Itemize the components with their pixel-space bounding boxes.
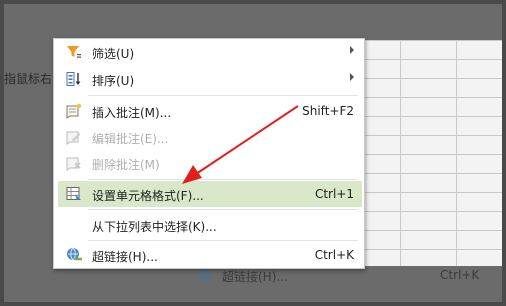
menu-item-shortcut: Shift+F2	[302, 104, 354, 118]
menu-item-label: 排序(U)	[92, 74, 135, 88]
menu-separator	[88, 209, 358, 210]
menu-item-label: 设置单元格格式(F)...	[92, 189, 204, 203]
menu-item-sort[interactable]: 排序(U)	[58, 66, 362, 92]
spreadsheet-grid[interactable]	[344, 40, 502, 266]
menu-item-insert-comment[interactable]: 插入批注(M)... Shift+F2	[58, 98, 362, 124]
insert-comment-icon	[66, 103, 82, 119]
filter-icon	[66, 44, 82, 60]
menu-separator	[88, 95, 358, 96]
menu-separator	[88, 179, 358, 180]
format-cells-icon	[66, 186, 82, 202]
menu-item-shortcut: Ctrl+1	[314, 187, 354, 201]
window-frame-right	[502, 0, 506, 306]
background-ghost-row: 超链接(H)... Ctrl+K	[194, 268, 502, 286]
menu-item-label: 插入批注(M)...	[92, 106, 172, 120]
menu-item-hyperlink[interactable]: 超链接(H)... Ctrl+K	[58, 242, 362, 268]
menu-item-label: 从下拉列表中选择(K)...	[92, 220, 217, 234]
menu-item-shortcut: Ctrl+K	[314, 248, 354, 262]
window-frame-bottom	[0, 302, 506, 306]
menu-item-label: 删除批注(M)	[92, 158, 160, 172]
menu-item-edit-comment[interactable]: 编辑批注(E)...	[58, 124, 362, 150]
sort-icon	[66, 71, 82, 87]
menu-item-label: 筛选(U)	[92, 47, 135, 61]
context-menu: 筛选(U) 排序(U) 插入批注(M)... Shift+F2 编辑批注(E).…	[53, 38, 365, 269]
ghost-hyperlink-icon	[198, 268, 212, 282]
menu-item-pick-from-list[interactable]: 从下拉列表中选择(K)...	[58, 212, 362, 238]
submenu-arrow-icon	[350, 73, 354, 81]
edit-comment-icon	[66, 129, 82, 145]
menu-item-format-cells[interactable]: 设置单元格格式(F)... Ctrl+1	[58, 181, 362, 207]
menu-item-label: 编辑批注(E)...	[92, 132, 169, 146]
menu-item-filter[interactable]: 筛选(U)	[58, 39, 362, 65]
submenu-arrow-icon	[350, 46, 354, 54]
background-hint-text: 指鼠标右	[4, 72, 53, 86]
menu-item-delete-comment[interactable]: 删除批注(M)	[58, 150, 362, 176]
ghost-row-label: 超链接(H)...	[222, 270, 288, 284]
menu-item-label: 超链接(H)...	[92, 250, 158, 264]
menu-separator	[88, 240, 358, 241]
delete-comment-icon	[66, 155, 82, 171]
ghost-row-shortcut: Ctrl+K	[440, 268, 480, 282]
hyperlink-icon	[66, 247, 83, 263]
